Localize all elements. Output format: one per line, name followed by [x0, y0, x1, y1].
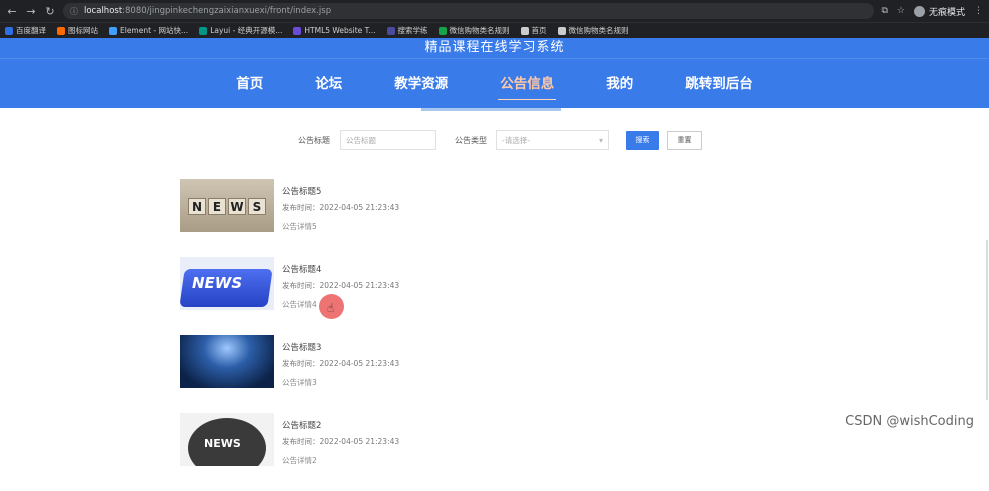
- bookmark-label: Element - 网站快...: [120, 25, 188, 36]
- thumbnail-graphic: NEWS: [192, 274, 242, 292]
- bookmark-label: 微信购物类名规则: [450, 25, 510, 36]
- nav-item[interactable]: 我的: [580, 59, 659, 109]
- bookmark-label: 首页: [532, 25, 547, 36]
- nav-item[interactable]: 跳转到后台: [659, 59, 779, 109]
- bookmark-icon: [109, 27, 117, 35]
- bookmark-label: HTML5 Website T...: [304, 26, 375, 35]
- nav-item[interactable]: 教学资源: [368, 59, 474, 109]
- thumbnail-letter: W: [228, 198, 246, 215]
- thumbnail-letter: S: [248, 198, 266, 215]
- nav-item[interactable]: 公告信息: [474, 59, 580, 109]
- type-select[interactable]: -请选择- ▾: [496, 130, 609, 150]
- incognito-icon: [914, 6, 925, 17]
- bookmarks-bar: 百度翻译 图标网站 Element - 网站快... Layui - 经典开源模...…: [0, 22, 989, 38]
- type-label: 公告类型: [455, 135, 487, 146]
- chevron-down-icon: ▾: [599, 136, 603, 145]
- star-icon[interactable]: ☆: [897, 6, 905, 16]
- nav-item[interactable]: 论坛: [289, 59, 368, 109]
- bookmark-item[interactable]: 搜索学练: [387, 25, 428, 36]
- bookmark-item[interactable]: Layui - 经典开源模...: [199, 25, 282, 36]
- notice-meta: 公告标题2发布时间：2022-04-05 21:23:43公告详情2: [282, 413, 399, 490]
- bookmark-icon: [5, 27, 13, 35]
- scrollbar[interactable]: [986, 240, 988, 400]
- notice-item[interactable]: NEWS公告标题4发布时间：2022-04-05 21:23:43公告详情4: [180, 257, 780, 334]
- profile-label: 无痕模式: [929, 5, 965, 18]
- translate-icon[interactable]: ⧉: [881, 6, 887, 16]
- search-button[interactable]: 搜索: [626, 131, 659, 150]
- bookmark-label: 百度翻译: [16, 25, 46, 36]
- notice-item[interactable]: 公告标题3 发布时间：2022-04-05 21:23:43 公告详情3: [180, 335, 780, 412]
- bookmark-icon: [439, 27, 447, 35]
- hand-cursor-icon: ☝: [327, 301, 334, 315]
- notice-detail: 公告详情5: [282, 221, 399, 232]
- bookmark-item[interactable]: 微信购物类名规则: [439, 25, 510, 36]
- bookmark-icon: [57, 27, 65, 35]
- bookmark-label: 搜索学练: [398, 25, 428, 36]
- browser-toolbar: ← → ↻ ⓘ localhost:8080/jingpinkechengzai…: [0, 0, 989, 22]
- url-host: localhost: [84, 6, 122, 16]
- reload-icon[interactable]: ↻: [44, 5, 56, 18]
- bookmark-icon: [558, 27, 566, 35]
- notice-title[interactable]: 公告标题3: [282, 341, 399, 353]
- notice-time: 发布时间：2022-04-05 21:23:43: [282, 358, 399, 369]
- watermark: CSDN @wishCoding: [845, 414, 974, 429]
- thumbnail-graphic: [180, 335, 274, 388]
- bookmark-item[interactable]: 首页: [521, 25, 547, 36]
- notice-meta: 公告标题3 发布时间：2022-04-05 21:23:43 公告详情3: [282, 335, 399, 412]
- bookmark-item[interactable]: 百度翻译: [5, 25, 46, 36]
- notice-thumbnail[interactable]: NEWS: [180, 257, 274, 310]
- thumbnail-letter: E: [208, 198, 226, 215]
- notice-title[interactable]: 公告标题5: [282, 185, 399, 197]
- incognito-profile[interactable]: 无痕模式: [914, 5, 965, 18]
- notice-detail: 公告详情3: [282, 377, 399, 388]
- url-path: :8080/jingpinkechengzaixianxuexi/front/i…: [122, 6, 331, 16]
- thumbnail-letter: N: [188, 198, 206, 215]
- back-icon[interactable]: ←: [6, 5, 18, 18]
- notice-detail: 公告详情2: [282, 455, 399, 466]
- notice-thumbnail[interactable]: NEWS: [180, 413, 274, 466]
- notice-time: 发布时间：2022-04-05 21:23:43: [282, 280, 399, 291]
- bookmark-item[interactable]: 图标网站: [57, 25, 98, 36]
- notice-meta: 公告标题5 发布时间：2022-04-05 21:23:43 公告详情5: [282, 179, 399, 256]
- bookmark-label: Layui - 经典开源模...: [210, 25, 282, 36]
- notice-meta: 公告标题4发布时间：2022-04-05 21:23:43公告详情4: [282, 257, 399, 334]
- main-nav: 首页论坛教学资源公告信息我的跳转到后台: [0, 58, 989, 108]
- bookmark-label: 微信购物类名规则: [569, 25, 629, 36]
- bookmark-icon: [293, 27, 301, 35]
- bookmark-label: 图标网站: [68, 25, 98, 36]
- bookmark-item[interactable]: Element - 网站快...: [109, 25, 188, 36]
- forward-icon[interactable]: →: [25, 5, 37, 18]
- search-form: 公告标题 公告标题 公告类型 -请选择- ▾ 搜索 重置: [0, 127, 989, 153]
- bookmark-item[interactable]: HTML5 Website T...: [293, 26, 375, 35]
- notice-thumbnail[interactable]: NEWS: [180, 179, 274, 232]
- bookmark-item[interactable]: 微信购物类名规则: [558, 25, 629, 36]
- notice-item[interactable]: NEWS 公告标题2发布时间：2022-04-05 21:23:43公告详情2: [180, 413, 780, 490]
- notice-time: 发布时间：2022-04-05 21:23:43: [282, 202, 399, 213]
- menu-icon[interactable]: ⋮: [974, 6, 983, 16]
- thumbnail-graphic: NEWS: [188, 198, 266, 215]
- info-icon[interactable]: ⓘ: [70, 6, 78, 17]
- notice-list: NEWS公告标题5发布时间：2022-04-05 21:23:43公告详情5NE…: [180, 179, 780, 491]
- site-title: 精品课程在线学习系统: [0, 38, 989, 58]
- bookmark-icon: [521, 27, 529, 35]
- address-bar[interactable]: ⓘ localhost:8080/jingpinkechengzaixianxu…: [63, 3, 874, 19]
- title-input[interactable]: 公告标题: [340, 130, 436, 150]
- notice-thumbnail[interactable]: [180, 335, 274, 388]
- notice-title[interactable]: 公告标题4: [282, 263, 399, 275]
- notice-title[interactable]: 公告标题2: [282, 419, 399, 431]
- bookmark-icon: [387, 27, 395, 35]
- type-select-value: -请选择-: [502, 135, 530, 146]
- nav-item[interactable]: 首页: [210, 59, 289, 109]
- notice-item[interactable]: NEWS 公告标题5 发布时间：2022-04-05 21:23:43 公告详情5: [180, 179, 780, 256]
- reset-button[interactable]: 重置: [667, 131, 702, 150]
- title-label: 公告标题: [298, 135, 330, 146]
- thumbnail-graphic: NEWS: [204, 437, 241, 450]
- bookmark-icon: [199, 27, 207, 35]
